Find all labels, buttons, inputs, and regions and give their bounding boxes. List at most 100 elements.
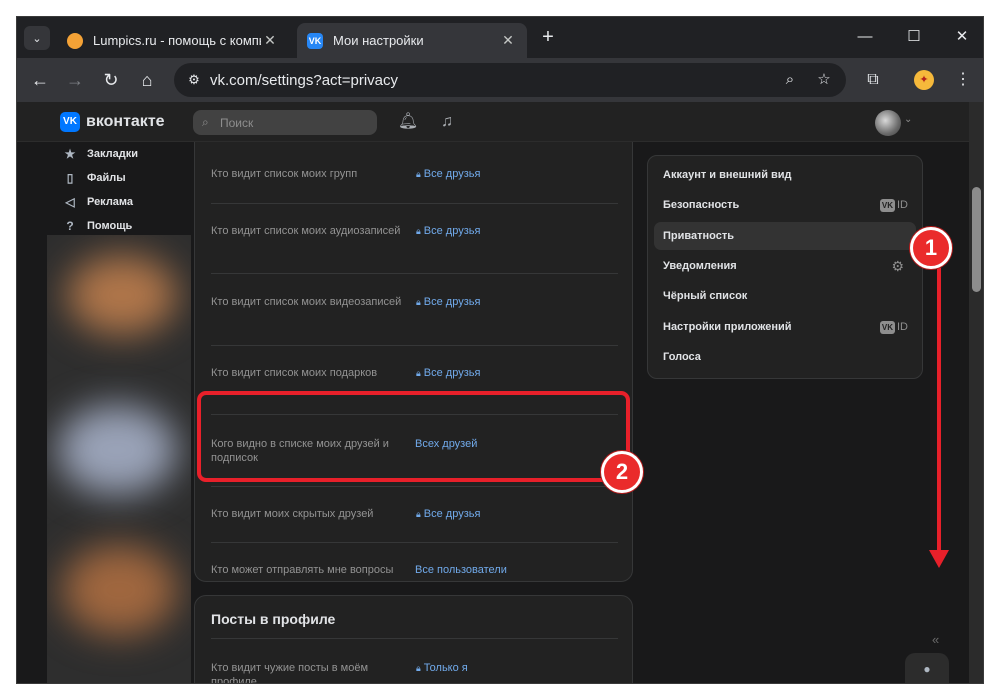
chat-button[interactable]: ● — [905, 653, 949, 683]
lumpics-favicon-icon — [67, 32, 83, 49]
back-button[interactable]: ← — [27, 67, 53, 93]
settings-nav-blacklist[interactable]: Чёрный список — [654, 282, 916, 310]
left-menu-item-ads[interactable]: ◁ Реклама — [60, 190, 195, 214]
maximize-icon: ☐ — [907, 28, 921, 45]
row-value[interactable]: 🔒︎ Все друзья — [416, 507, 480, 521]
vk-logo-icon[interactable]: VK — [60, 112, 80, 132]
lock-icon: 🔒︎ — [416, 509, 421, 519]
close-icon[interactable]: ✕ — [261, 32, 279, 49]
browser-toolbar: ← → ↻ ⌂ ⚙ vk.com/settings?act=privacy ⌕ … — [17, 58, 983, 102]
collapse-icon[interactable]: « — [932, 632, 939, 647]
menu-dots-icon[interactable]: ⋮ — [950, 67, 976, 93]
vk-id-badge-icon: VK ID — [879, 321, 908, 334]
privacy-row-video[interactable]: Кто видит список моих видеозаписей 🔒︎ Все… — [211, 274, 618, 346]
vk-favicon-icon: VK — [307, 32, 323, 49]
row-label: Кто может отправлять мне вопросы — [211, 564, 394, 576]
lock-icon: 🔒︎ — [416, 663, 421, 673]
left-menu-item-bookmarks[interactable]: ★ Закладки — [60, 142, 195, 166]
plus-icon: + — [542, 26, 554, 48]
new-tab-button[interactable]: + — [537, 26, 559, 48]
minimize-icon: — — [857, 28, 873, 45]
site-info-icon[interactable]: ⚙ — [182, 68, 206, 92]
privacy-row-questions[interactable]: Кто может отправлять мне вопросы Все пол… — [211, 543, 618, 582]
row-value[interactable]: 🔒︎ Все друзья — [416, 295, 480, 309]
highlight-box — [197, 391, 630, 482]
reload-icon: ↻ — [103, 70, 119, 90]
arrow-left-icon: ← — [31, 70, 49, 90]
lock-icon: 🔒︎ — [416, 297, 421, 307]
row-value[interactable]: 🔒︎ Все друзья — [416, 366, 480, 380]
divider — [211, 638, 618, 639]
lock-icon: 🔒︎ — [416, 169, 421, 179]
avatar[interactable] — [875, 110, 901, 136]
tab-lumpics[interactable]: Lumpics.ru - помощь с компь ✕ — [57, 23, 289, 58]
search-input[interactable] — [220, 110, 370, 135]
extensions-icon[interactable]: ⧉ — [860, 67, 886, 93]
megaphone-icon: ◁ — [65, 195, 75, 209]
chevron-down-icon[interactable]: ⌄ — [904, 114, 912, 125]
vk-search[interactable]: ⌕ — [193, 110, 377, 135]
music-icon[interactable]: ♫ — [436, 111, 458, 133]
forward-button[interactable]: → — [62, 67, 88, 93]
bookmark-star-icon[interactable]: ☆ — [812, 68, 836, 92]
vk-header: VK вконтакте ⌕ 🔔︎ ♫ ⌄ — [17, 102, 969, 142]
left-menu-label: Реклама — [87, 196, 134, 208]
vk-id-badge-icon: VK ID — [879, 199, 908, 212]
minimize-button[interactable]: — — [850, 25, 880, 49]
scrollbar-thumb[interactable] — [972, 187, 981, 292]
address-bar[interactable]: ⚙ vk.com/settings?act=privacy ⌕ ☆ — [174, 63, 846, 97]
privacy-settings-card: Кто видит список моих групп 🔒︎ Все друзья… — [194, 142, 633, 582]
left-menu-label: Помощь — [87, 220, 133, 232]
step-marker-1: 1 — [910, 227, 952, 269]
left-menu-label: Файлы — [87, 172, 126, 184]
settings-nav-security[interactable]: Безопасность VK ID — [654, 191, 916, 219]
vk-brand[interactable]: вконтакте — [86, 113, 165, 131]
window-close-button[interactable]: ✕ — [947, 25, 977, 49]
reload-button[interactable]: ↻ — [98, 67, 124, 93]
privacy-row-audio[interactable]: Кто видит список моих аудиозаписей 🔒︎ Все… — [211, 204, 618, 274]
settings-nav-votes[interactable]: Голоса — [654, 343, 916, 371]
maximize-button[interactable]: ☐ — [899, 25, 929, 49]
left-menu: ★ Закладки ▯ Файлы ◁ Реклама ? Помощь — [60, 142, 195, 238]
settings-nav-notifications[interactable]: Уведомления ⚙ — [654, 252, 916, 280]
lock-icon: 🔒︎ — [416, 368, 421, 378]
row-label: Кто видит список моих видеозаписей — [211, 296, 402, 308]
privacy-row-groups[interactable]: Кто видит список моих групп 🔒︎ Все друзья — [211, 142, 618, 204]
chat-icon: ● — [923, 662, 931, 676]
help-icon: ? — [66, 219, 74, 233]
home-icon: ⌂ — [141, 70, 153, 90]
settings-nav-account[interactable]: Аккаунт и внешний вид — [654, 161, 916, 189]
browser-window: ⌄ Lumpics.ru - помощь с компь ✕ VK Мои н… — [16, 16, 984, 684]
home-button[interactable]: ⌂ — [134, 67, 160, 93]
row-value[interactable]: 🔒︎ Только я — [416, 661, 468, 675]
posts-settings-card: Посты в профиле Кто видит чужие посты в … — [194, 595, 633, 684]
extension-avatar-icon[interactable]: ✦ — [914, 70, 934, 90]
close-icon[interactable]: ✕ — [499, 32, 517, 49]
search-icon: ⌕ — [202, 115, 209, 129]
tab-list-button[interactable]: ⌄ — [24, 26, 50, 50]
chevron-down-icon: ⌄ — [32, 32, 42, 45]
settings-nav-apps[interactable]: Настройки приложений VK ID — [654, 313, 916, 341]
settings-nav-privacy[interactable]: Приватность — [654, 222, 916, 250]
tab-vk-settings[interactable]: VK Мои настройки ✕ — [297, 23, 527, 58]
privacy-row-hidden-friends[interactable]: Кто видит моих скрытых друзей 🔒︎ Все друз… — [211, 487, 618, 543]
bell-icon[interactable]: 🔔︎ — [397, 111, 419, 133]
step-marker-2: 2 — [601, 451, 643, 493]
file-icon: ▯ — [66, 171, 74, 185]
left-menu-label: Закладки — [87, 148, 139, 160]
row-label: Кто видит список моих аудиозаписей — [211, 225, 401, 237]
section-title: Посты в профиле — [211, 611, 336, 627]
zoom-icon[interactable]: ⌕ — [778, 68, 802, 92]
row-label: Кто видит список моих подарков — [211, 367, 378, 379]
url-text[interactable]: vk.com/settings?act=privacy — [210, 72, 398, 89]
arrow-right-icon: → — [66, 70, 84, 90]
row-value[interactable]: Все пользователи — [415, 563, 507, 577]
arrow-down-icon — [929, 550, 949, 568]
row-value[interactable]: 🔒︎ Все друзья — [416, 224, 480, 238]
lock-icon: 🔒︎ — [416, 226, 421, 236]
blurred-ads — [47, 235, 191, 683]
row-value[interactable]: 🔒︎ Все друзья — [416, 167, 480, 181]
left-menu-item-files[interactable]: ▯ Файлы — [60, 166, 195, 190]
gear-icon: ⚙ — [891, 258, 904, 274]
row-label: Кто видит чужие посты в моём профиле — [211, 662, 369, 684]
